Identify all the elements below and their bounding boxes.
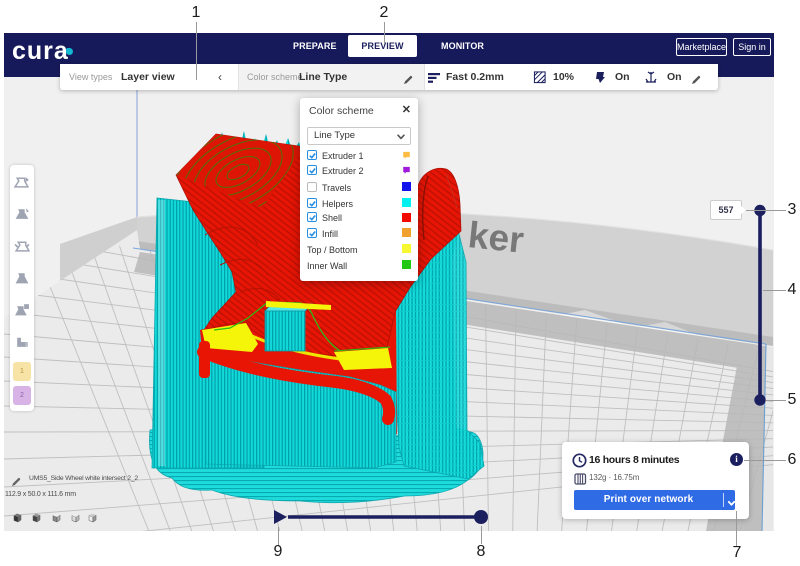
svg-text:ker: ker <box>466 214 526 261</box>
